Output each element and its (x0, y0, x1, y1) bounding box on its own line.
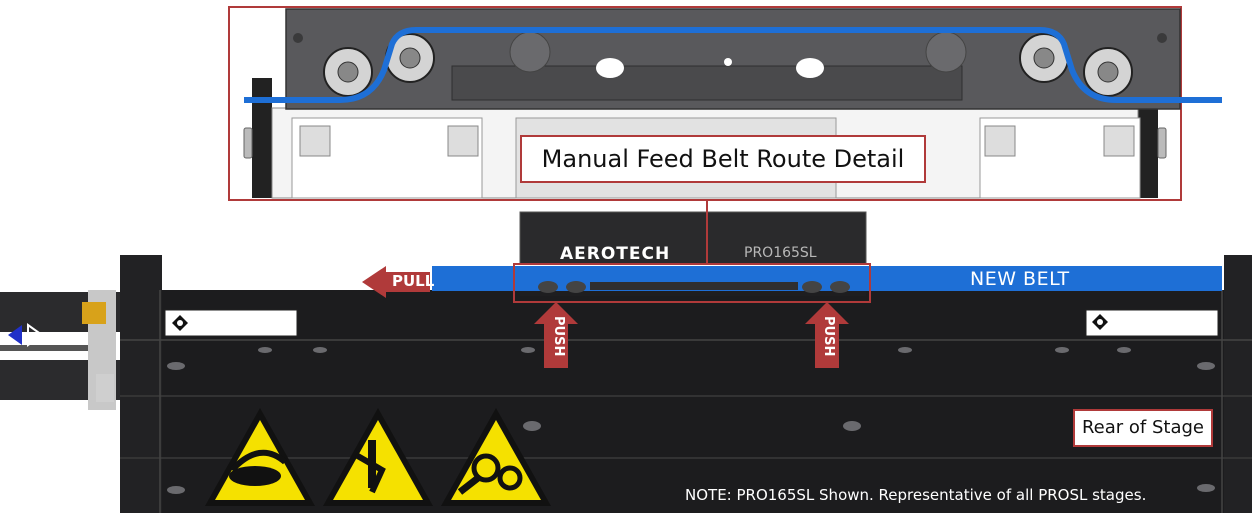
note-text: NOTE: PRO165SL Shown. Representative of … (685, 486, 1147, 504)
new-belt-label: NEW BELT (970, 268, 1070, 290)
push-label-right: PUSH (821, 316, 836, 357)
pull-label: PULL (392, 272, 435, 290)
detail-title: Manual Feed Belt Route Detail (520, 135, 926, 183)
brand-logo: AEROTECH (560, 244, 671, 264)
model-label: PRO165SL (744, 245, 817, 261)
rear-of-stage-label: Rear of Stage (1073, 409, 1213, 447)
push-label-left: PUSH (551, 316, 566, 357)
